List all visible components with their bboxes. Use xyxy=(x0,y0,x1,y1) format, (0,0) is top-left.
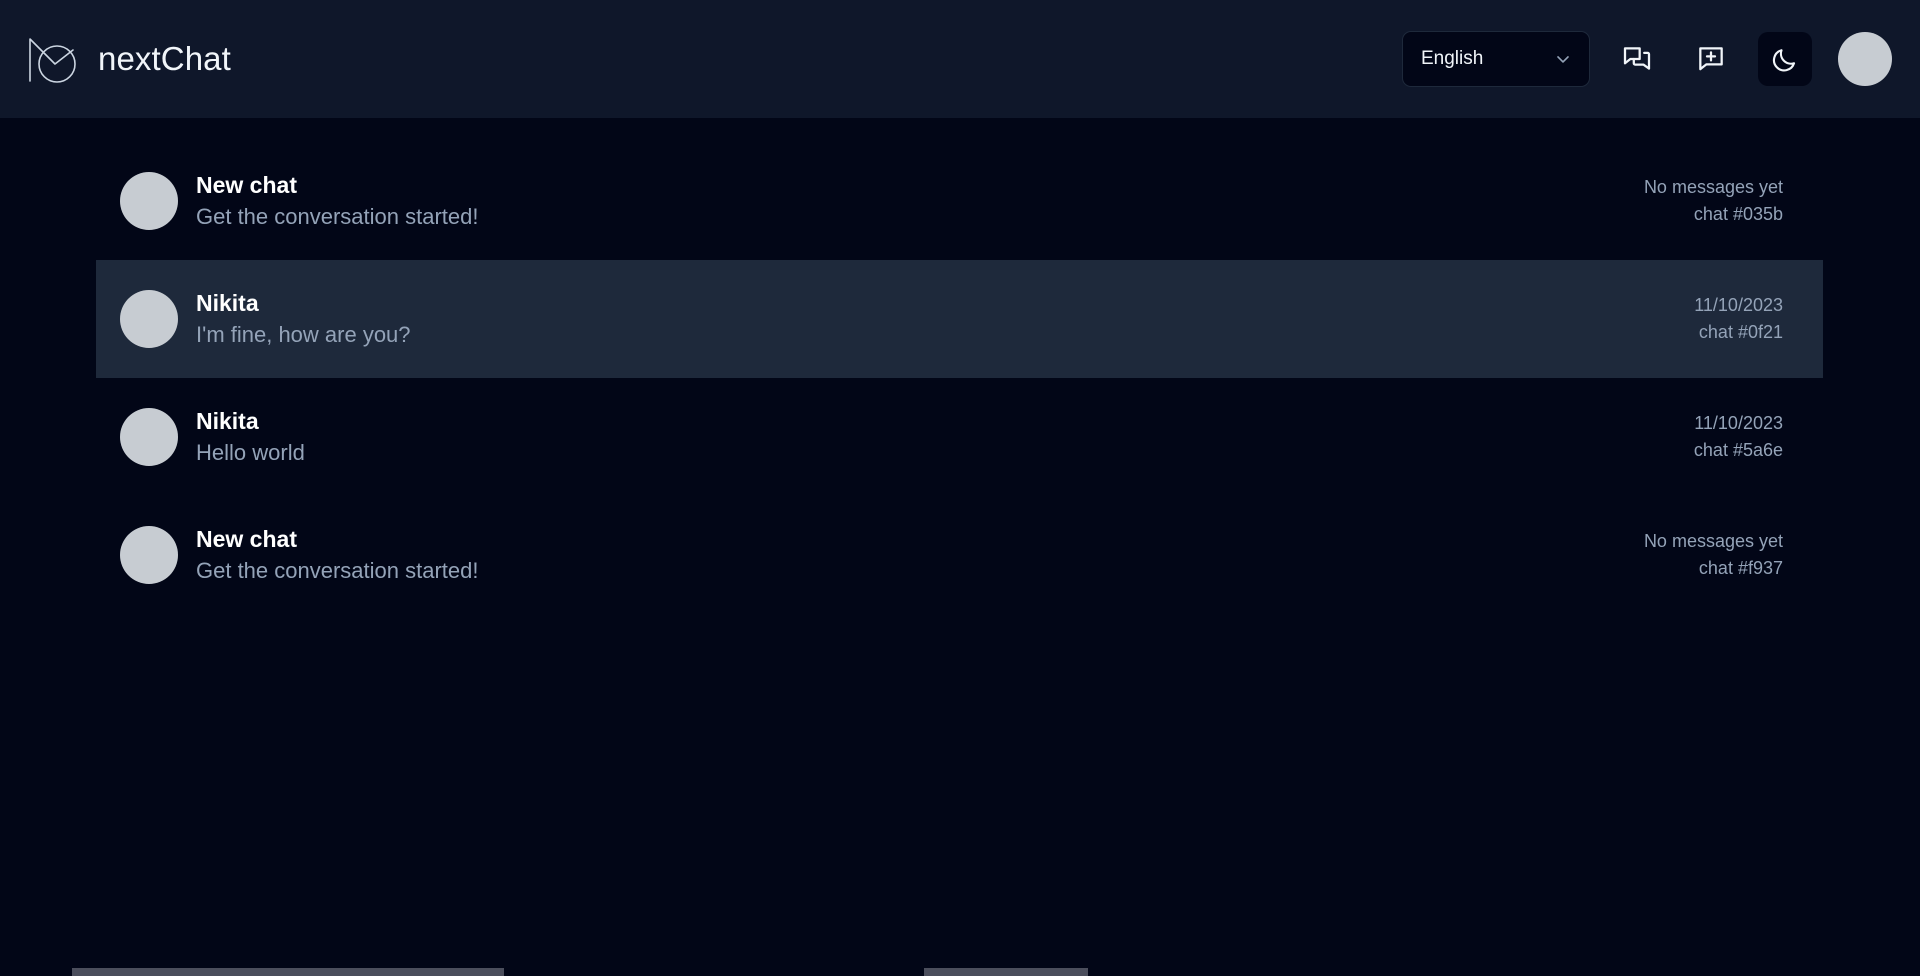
chat-item-title: New chat xyxy=(196,171,297,198)
chat-item-text: Nikita I'm fine, how are you? xyxy=(196,291,1670,347)
app-root: nextChat English New chat Get the conver… xyxy=(0,0,1920,976)
new-chat-icon-button[interactable] xyxy=(1684,32,1738,86)
moon-icon xyxy=(1772,49,1796,72)
language-select-value: English xyxy=(1421,48,1484,69)
chat-item-date: 11/10/2023 xyxy=(1694,412,1783,433)
header-actions: English xyxy=(1402,31,1892,87)
chat-item-meta: 11/10/2023 chat #0f21 xyxy=(1694,294,1783,343)
taskbar-sliver xyxy=(0,968,1920,976)
chat-item-date: 11/10/2023 xyxy=(1694,294,1783,315)
chat-item-title: Nikita xyxy=(196,289,259,316)
chat-item-title: Nikita xyxy=(196,407,259,434)
chat-item-text: New chat Get the conversation started! xyxy=(196,527,1620,583)
chats-icon-button[interactable] xyxy=(1610,32,1664,86)
chats-icon xyxy=(1623,47,1651,70)
nextchat-monogram-logo xyxy=(29,38,76,83)
chat-list-item[interactable]: New chat Get the conversation started! No … xyxy=(96,496,1823,614)
chat-item-preview: I'm fine, how are you? xyxy=(196,322,411,347)
chat-avatar xyxy=(120,172,178,230)
chat-item-meta: No messages yet chat #035b xyxy=(1643,176,1783,225)
chat-item-preview: Get the conversation started! xyxy=(196,204,479,229)
chat-list: New chat Get the conversation started! No … xyxy=(0,118,1920,976)
chat-item-date: No messages yet xyxy=(1643,176,1783,197)
language-select[interactable]: English xyxy=(1402,31,1590,87)
chat-item-id: chat #035b xyxy=(1693,203,1783,224)
app-header: nextChat English xyxy=(0,0,1920,118)
chat-item-text: New chat Get the conversation started! xyxy=(196,173,1620,229)
chat-list-item[interactable]: New chat Get the conversation started! No … xyxy=(96,142,1823,260)
dark-mode-toggle-button[interactable] xyxy=(1758,32,1812,86)
chat-list-item[interactable]: Nikita I'm fine, how are you? 11/10/2023 ch… xyxy=(96,260,1823,378)
app-title: nextChat xyxy=(98,40,231,77)
chat-avatar xyxy=(120,526,178,584)
chevron-down-icon xyxy=(1557,56,1569,63)
chat-item-preview: Hello world xyxy=(196,440,305,465)
chat-item-id: chat #0f21 xyxy=(1698,321,1783,342)
chat-item-id: chat #5a6e xyxy=(1693,439,1783,460)
chat-item-meta: No messages yet chat #f937 xyxy=(1643,530,1783,579)
chat-item-preview: Get the conversation started! xyxy=(196,558,479,583)
taskbar-segment xyxy=(72,968,504,976)
chat-item-title: New chat xyxy=(196,525,297,552)
chat-item-date: No messages yet xyxy=(1643,530,1783,551)
brand[interactable]: nextChat xyxy=(24,29,231,89)
taskbar-segment xyxy=(924,968,1088,976)
chat-item-id: chat #f937 xyxy=(1698,557,1783,578)
chat-list-item[interactable]: Nikita Hello world 11/10/2023 chat #5a6e xyxy=(96,378,1823,496)
chat-avatar xyxy=(120,408,178,466)
chat-avatar xyxy=(120,290,178,348)
user-avatar-button[interactable] xyxy=(1838,32,1892,86)
new-chat-icon xyxy=(1699,47,1723,71)
chat-item-text: Nikita Hello world xyxy=(196,409,1670,465)
chat-item-meta: 11/10/2023 chat #5a6e xyxy=(1693,412,1783,461)
